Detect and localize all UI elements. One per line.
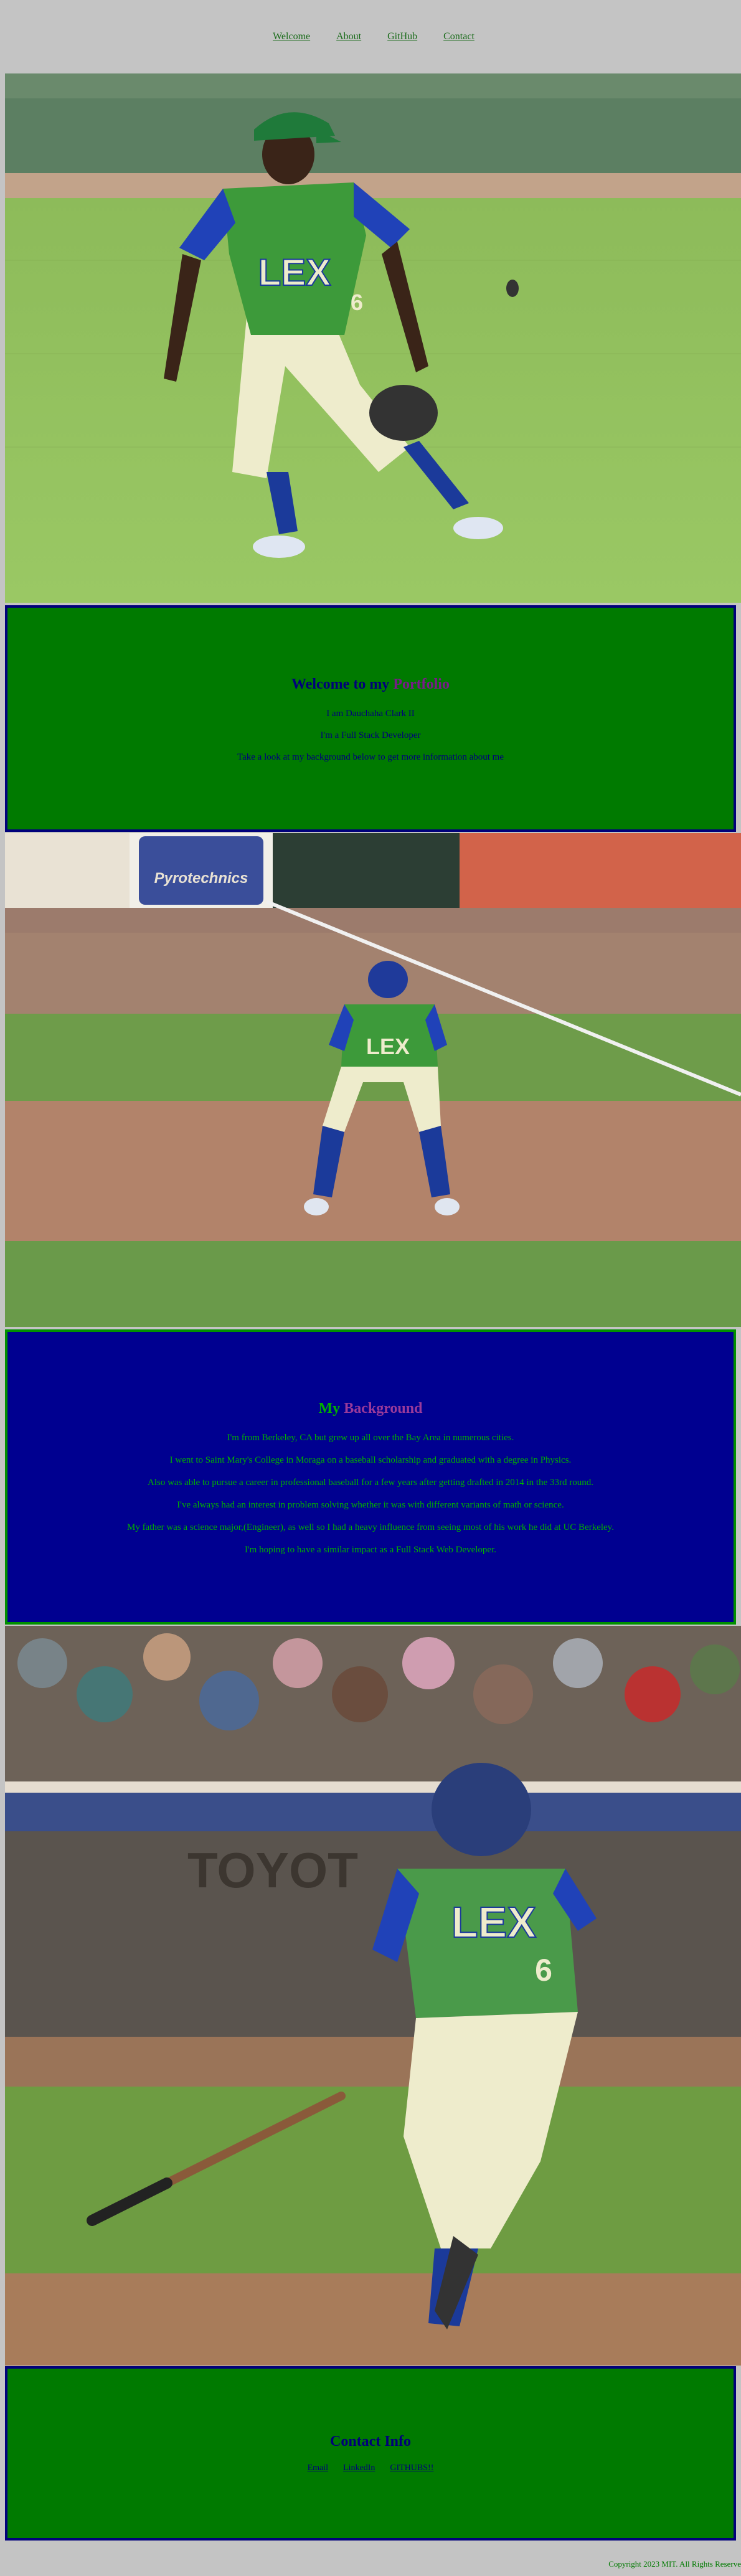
welcome-title: Welcome to my Portfolio bbox=[7, 676, 734, 693]
nav-links: Welcome About GitHub Contact bbox=[273, 31, 474, 42]
background-section: My Background I'm from Berkeley, CA but … bbox=[5, 1329, 736, 1625]
footer-copyright: Copyright 2023 MIT. All Rights Reserve bbox=[608, 2559, 741, 2569]
background-line: I went to Saint Mary's College in Moraga… bbox=[169, 1455, 572, 1465]
contact-link-linkedin[interactable]: LinkedIn bbox=[343, 2463, 375, 2473]
welcome-text: I am Dauchaha Clark II I'm a Full Stack … bbox=[7, 707, 734, 773]
background-line: Also was able to pursue a career in prof… bbox=[147, 1478, 593, 1488]
contact-link-email[interactable]: Email bbox=[308, 2463, 328, 2473]
nav-link-about[interactable]: About bbox=[336, 31, 361, 42]
background-text: I'm from Berkeley, CA but grew up all ov… bbox=[7, 1432, 734, 1566]
contact-link-github[interactable]: GITHUBS!! bbox=[390, 2463, 433, 2473]
welcome-title-accent: Portfolio bbox=[393, 676, 450, 692]
contact-links: Email LinkedIn GITHUBS!! bbox=[7, 2463, 734, 2473]
jersey-number-3: 6 bbox=[535, 1953, 552, 1988]
contact-section: Contact Info Email LinkedIn GITHUBS!! bbox=[5, 2366, 736, 2541]
background-line: I'm hoping to have a similar impact as a… bbox=[244, 1545, 497, 1555]
background-title-main: My bbox=[318, 1400, 341, 1417]
background-line: I've always had an interest in problem s… bbox=[177, 1500, 564, 1510]
photo-baserunner: Pyrotechnics LEX bbox=[5, 833, 741, 1327]
background-title-accent: Background bbox=[344, 1400, 423, 1417]
welcome-line: I am Dauchaha Clark II bbox=[326, 709, 415, 719]
background-title: My Background bbox=[7, 1400, 734, 1417]
jersey-text-2: LEX bbox=[366, 1034, 410, 1059]
stadium-text: TOYOT bbox=[187, 1842, 358, 1898]
contact-title: Contact Info bbox=[330, 2433, 411, 2450]
welcome-line: Take a look at my background below to ge… bbox=[237, 752, 504, 762]
jersey-text-3: LEX bbox=[451, 1898, 536, 1946]
jersey-number: 6 bbox=[351, 290, 363, 315]
hero-photo-fielder: LEX 6 bbox=[5, 73, 741, 603]
jersey-text: LEX bbox=[258, 252, 331, 293]
nav-link-contact[interactable]: Contact bbox=[443, 31, 474, 42]
welcome-title-main: Welcome to my bbox=[291, 676, 390, 692]
background-line: My father was a science major,(Engineer)… bbox=[127, 1522, 614, 1532]
nav-link-github[interactable]: GitHub bbox=[387, 31, 417, 42]
ad-text: Pyrotechnics bbox=[154, 870, 248, 887]
nav-link-welcome[interactable]: Welcome bbox=[273, 31, 310, 42]
photo-batter: TOYOT LEX 6 bbox=[5, 1626, 741, 2366]
background-line: I'm from Berkeley, CA but grew up all ov… bbox=[227, 1433, 514, 1443]
welcome-line: I'm a Full Stack Developer bbox=[320, 730, 421, 740]
welcome-section: Welcome to my Portfolio I am Dauchaha Cl… bbox=[5, 605, 736, 832]
top-nav: Welcome About GitHub Contact bbox=[0, 0, 741, 73]
